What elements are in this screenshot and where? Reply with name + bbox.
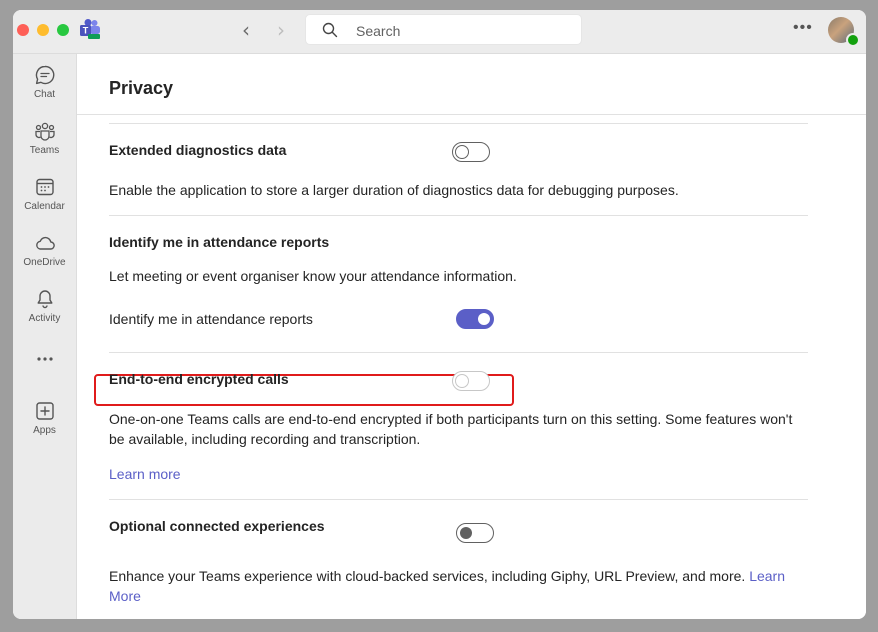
toggle-knob <box>455 145 469 159</box>
toggle-knob <box>478 313 490 325</box>
e2e-calls-description: One-on-one Teams calls are end-to-end en… <box>109 411 793 447</box>
app-bar: Chat Teams Calendar OneDrive Activity Ap… <box>13 54 77 619</box>
optional-experiences-title: Optional connected experiences <box>109 518 325 534</box>
cloud-icon <box>35 236 55 250</box>
search-icon <box>322 22 338 38</box>
teams-window: T ‹ › ••• Chat <box>13 10 866 619</box>
chat-icon <box>35 65 54 85</box>
attendance-title: Identify me in attendance reports <box>109 234 330 250</box>
attendance-toggle[interactable] <box>456 309 494 329</box>
divider <box>109 215 808 216</box>
sidebar-item-teams[interactable]: Teams <box>13 120 76 156</box>
presence-available-icon <box>846 33 860 47</box>
sidebar-item-calendar[interactable]: Calendar <box>13 176 76 212</box>
title-bar: T ‹ › ••• <box>13 10 866 54</box>
plus-square-icon <box>35 402 54 420</box>
sidebar-item-apps[interactable]: Apps <box>13 400 76 436</box>
sidebar-item-label: Teams <box>29 145 60 156</box>
optional-experiences-toggle[interactable] <box>456 523 494 543</box>
page-header: Privacy <box>77 54 866 115</box>
sidebar-item-label: Activity <box>28 313 61 324</box>
sidebar-item-label: Chat <box>33 89 56 100</box>
divider <box>109 499 808 500</box>
optional-experiences-description-block: Enhance your Teams experience with cloud… <box>109 566 809 606</box>
minimize-window-button[interactable] <box>37 24 49 36</box>
back-arrow-icon[interactable]: ‹ <box>242 20 250 40</box>
sidebar-item-label: Apps <box>33 425 56 436</box>
more-horizontal-icon <box>36 357 53 361</box>
sidebar-item-chat[interactable]: Chat <box>13 64 76 100</box>
e2e-learn-more-link[interactable]: Learn more <box>109 464 181 484</box>
extended-diagnostics-title: Extended diagnostics data <box>109 142 287 158</box>
settings-panel: Privacy Extended diagnostics data Enable… <box>77 54 866 619</box>
zoom-window-button[interactable] <box>57 24 69 36</box>
extended-diagnostics-toggle[interactable] <box>452 142 490 162</box>
toggle-knob <box>455 374 469 388</box>
close-window-button[interactable] <box>17 24 29 36</box>
teams-logo-icon: T <box>80 19 100 39</box>
sidebar-item-onedrive[interactable]: OneDrive <box>13 232 76 268</box>
sidebar-item-label: Calendar <box>24 201 65 212</box>
teams-icon <box>34 122 55 141</box>
search-input[interactable] <box>354 19 558 43</box>
calendar-icon <box>35 178 54 196</box>
page-title: Privacy <box>109 78 174 98</box>
divider <box>109 352 808 353</box>
forward-arrow-icon[interactable]: › <box>277 20 285 40</box>
divider <box>109 123 808 124</box>
attendance-toggle-label: Identify me in attendance reports <box>109 311 313 327</box>
sidebar-item-label: OneDrive <box>23 257 66 268</box>
e2e-calls-toggle[interactable] <box>452 371 490 391</box>
extended-diagnostics-description: Enable the application to store a larger… <box>109 182 679 198</box>
toggle-knob <box>460 527 472 539</box>
sidebar-more-apps[interactable] <box>13 354 76 364</box>
sidebar-item-activity[interactable]: Activity <box>13 288 76 324</box>
more-options-icon[interactable]: ••• <box>793 19 813 37</box>
search-box[interactable] <box>305 14 582 45</box>
e2e-calls-title: End-to-end encrypted calls <box>109 371 289 387</box>
attendance-description: Let meeting or event organiser know your… <box>109 268 517 284</box>
optional-experiences-description: Enhance your Teams experience with cloud… <box>109 568 746 584</box>
bell-icon <box>37 290 52 309</box>
svg-text:T: T <box>83 26 89 36</box>
